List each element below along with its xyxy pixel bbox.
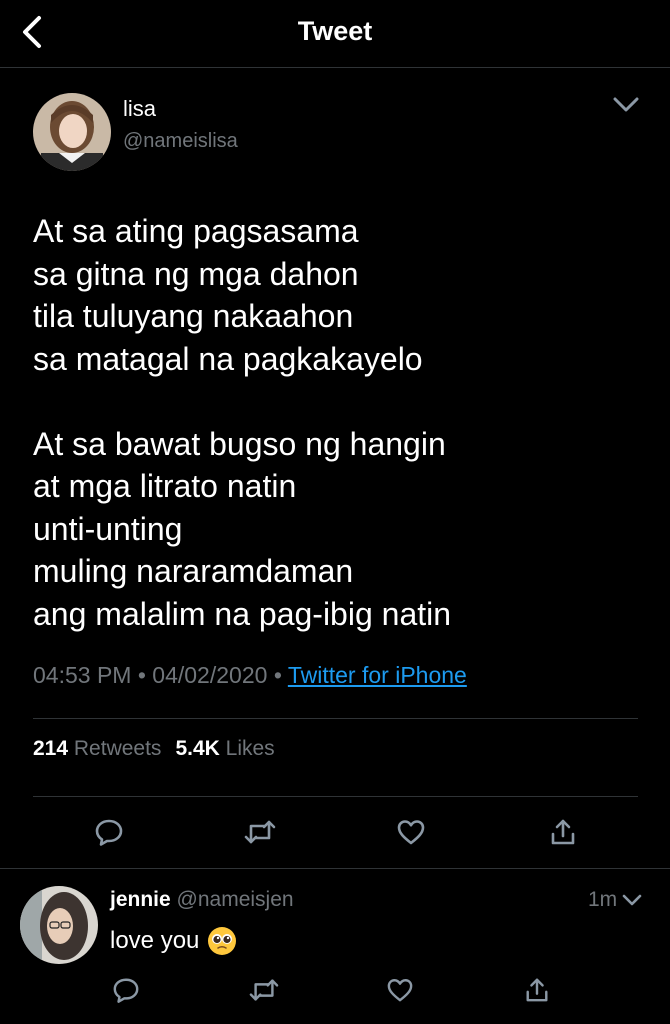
reply-time: 1m — [588, 888, 618, 911]
share-button[interactable] — [543, 812, 583, 852]
reply-time-group: 1m — [588, 888, 643, 912]
divider — [33, 796, 638, 797]
reply-author-name[interactable]: jennie — [110, 888, 171, 911]
tweet-options-button[interactable] — [606, 90, 646, 120]
reply-header: jennie @nameisjen — [110, 888, 294, 912]
author-name[interactable]: lisa — [123, 96, 156, 122]
share-icon — [551, 819, 575, 845]
reply-retweet-button[interactable] — [244, 970, 284, 1010]
retweets-label: Retweets — [73, 737, 162, 760]
retweet-icon — [244, 820, 276, 844]
tweet-stats: 214 Retweets 5.4K Likes — [33, 737, 275, 761]
meta-separator: • — [137, 662, 146, 688]
retweet-icon — [249, 979, 279, 1001]
reply-reply-button[interactable] — [106, 970, 146, 1010]
retweets-count: 214 — [33, 737, 69, 760]
tweet-meta: 04:53 PM • 04/02/2020 • Twitter for iPho… — [33, 662, 467, 689]
heart-icon — [397, 820, 425, 845]
reply-button[interactable] — [89, 812, 129, 852]
reply-author-avatar[interactable] — [20, 886, 98, 964]
chevron-down-icon — [613, 97, 639, 112]
likes-count: 5.4K — [175, 737, 220, 760]
divider — [0, 868, 670, 869]
tweet-text: At sa ating pagsasama sa gitna ng mga da… — [33, 213, 452, 632]
pleading-face-emoji — [208, 927, 237, 955]
share-icon — [526, 978, 548, 1002]
like-button[interactable] — [391, 812, 431, 852]
comment-icon — [95, 819, 123, 846]
tweet-time: 04:53 PM — [33, 662, 132, 688]
reply-share-button[interactable] — [517, 970, 557, 1010]
divider — [33, 718, 638, 719]
page-title: Tweet — [297, 16, 373, 46]
reply-like-button[interactable] — [380, 970, 420, 1010]
retweet-button[interactable] — [240, 812, 280, 852]
tweet-source-link[interactable]: Twitter for iPhone — [288, 662, 467, 688]
heart-icon — [387, 979, 413, 1002]
reply-text-row: love you — [110, 926, 237, 956]
author-avatar[interactable] — [33, 93, 111, 171]
reply-text: love you — [110, 927, 200, 954]
meta-separator: • — [273, 662, 282, 688]
likes-label: Likes — [225, 737, 275, 760]
chevron-down-icon[interactable] — [621, 893, 643, 907]
top-bar: Tweet — [0, 0, 670, 68]
retweets-stat[interactable]: 214 Retweets — [33, 737, 161, 760]
author-handle[interactable]: @nameislisa — [123, 130, 238, 153]
reply-author-handle[interactable]: @nameisjen — [177, 888, 294, 911]
comment-icon — [113, 978, 139, 1003]
likes-stat[interactable]: 5.4K Likes — [175, 737, 274, 760]
tweet-date: 04/02/2020 — [152, 662, 268, 688]
